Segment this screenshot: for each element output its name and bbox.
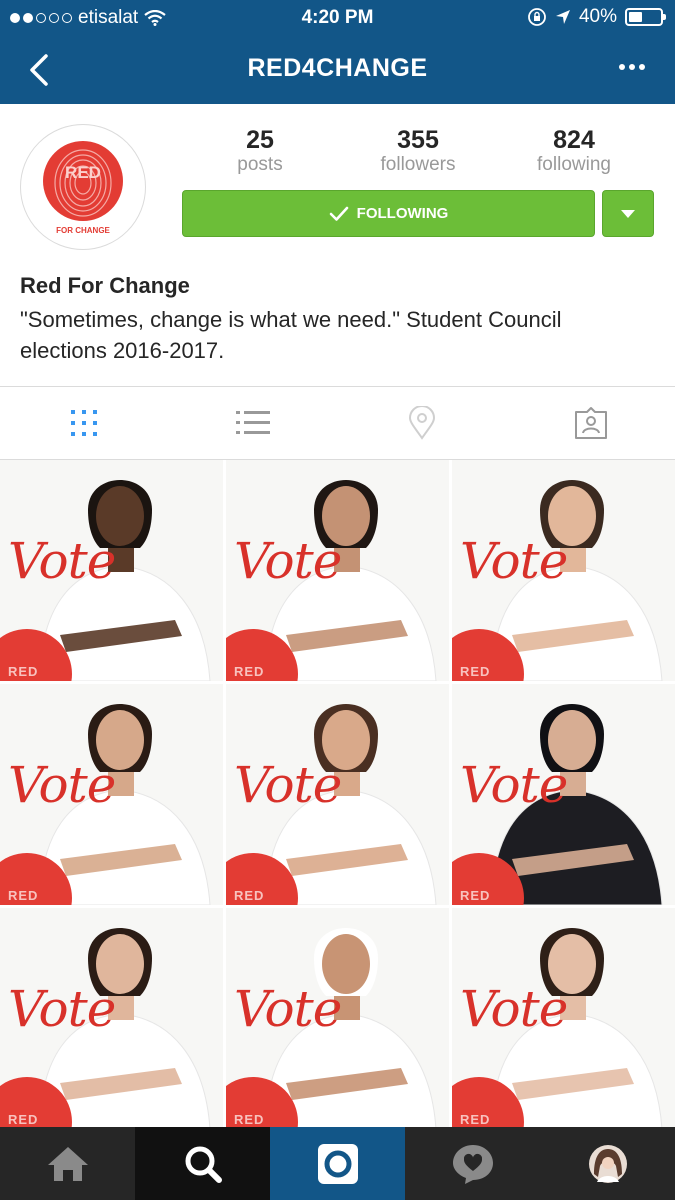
battery-percent: 40%	[578, 6, 617, 27]
badge-text: RED	[234, 664, 265, 679]
post-thumbnail[interactable]: Vote RED	[452, 684, 675, 905]
following-stat[interactable]: 824 following	[504, 126, 644, 176]
post-thumbnail[interactable]: Vote RED	[0, 684, 223, 905]
suggestions-dropdown-button[interactable]	[602, 190, 654, 237]
location-pin-icon	[408, 406, 435, 440]
location-arrow-icon	[555, 10, 570, 24]
posts-count: 25	[246, 126, 274, 154]
badge-text: RED	[234, 888, 265, 903]
tab-grid-view[interactable]	[0, 387, 169, 459]
badge-text: RED	[460, 664, 491, 679]
page-title: RED4CHANGE	[247, 54, 428, 82]
heart-bubble-icon	[452, 1144, 493, 1184]
nav-activity[interactable]	[405, 1127, 540, 1200]
profile-avatar[interactable]: RED FOR CHANGE	[20, 124, 146, 250]
badge-text: RED	[8, 888, 39, 903]
vote-overlay-text: Vote	[460, 756, 568, 814]
more-options-button[interactable]	[619, 64, 645, 70]
camera-icon	[317, 1143, 358, 1184]
post-thumbnail[interactable]: Vote RED	[226, 684, 449, 905]
status-right: 40%	[527, 6, 666, 28]
red-for-change-logo: RED FOR CHANGE	[43, 141, 123, 235]
tab-places[interactable]	[338, 387, 507, 459]
grid-icon	[71, 410, 98, 436]
posts-stat[interactable]: 25 posts	[190, 126, 330, 176]
tab-tagged[interactable]	[506, 387, 675, 459]
rotation-lock-icon	[528, 8, 546, 26]
following-button[interactable]: FOLLOWING	[182, 190, 595, 237]
vote-overlay-text: Vote	[234, 980, 342, 1038]
badge-text: RED	[8, 664, 39, 679]
badge-text: RED	[460, 1112, 491, 1127]
checkmark-icon	[329, 206, 348, 221]
search-icon	[185, 1146, 222, 1183]
caret-down-icon	[621, 209, 635, 218]
tab-list-view[interactable]	[169, 387, 338, 459]
profile-stats: 25 posts 355 followers 824 following	[182, 126, 654, 180]
home-icon	[47, 1146, 88, 1181]
posts-grid: Vote RED Vote RED Vote RED Vote RED Vote RED Vote R…	[0, 460, 675, 1129]
post-thumbnail[interactable]: Vote RED	[0, 908, 223, 1129]
vote-overlay-text: Vote	[8, 756, 116, 814]
post-thumbnail[interactable]: Vote RED	[226, 460, 449, 681]
view-tabs	[0, 386, 675, 460]
list-icon	[236, 411, 271, 434]
more-dot	[629, 64, 635, 70]
top-bar: etisalat 4:20 PM 40% RED4CHANGE	[0, 0, 675, 104]
following-count: 824	[553, 126, 595, 154]
post-thumbnail[interactable]: Vote RED	[452, 908, 675, 1129]
avatar-icon	[588, 1144, 627, 1183]
vote-overlay-text: Vote	[234, 532, 342, 590]
badge-text: RED	[234, 1112, 265, 1127]
followers-stat[interactable]: 355 followers	[348, 126, 488, 176]
more-dot	[639, 64, 645, 70]
tagged-photos-icon	[574, 407, 607, 439]
nav-row: RED4CHANGE	[0, 36, 675, 104]
post-thumbnail[interactable]: Vote RED	[452, 460, 675, 681]
status-bar: etisalat 4:20 PM 40%	[0, 0, 675, 36]
more-horizontal-icon	[619, 64, 625, 70]
logo-text-for-change: FOR CHANGE	[56, 226, 110, 235]
profile-name: Red For Change	[20, 273, 190, 298]
vote-overlay-text: Vote	[8, 980, 116, 1038]
bottom-nav	[0, 1127, 675, 1200]
following-button-label: FOLLOWING	[356, 205, 449, 222]
vote-overlay-text: Vote	[8, 532, 116, 590]
followers-count: 355	[397, 126, 439, 154]
logo-text-red: RED	[65, 163, 101, 182]
nav-profile[interactable]	[540, 1127, 675, 1200]
profile-bio: "Sometimes, change is what we need." Stu…	[20, 307, 562, 363]
post-thumbnail[interactable]: Vote RED	[226, 908, 449, 1129]
following-label: following	[537, 154, 611, 175]
nav-search[interactable]	[135, 1127, 270, 1200]
vote-overlay-text: Vote	[460, 532, 568, 590]
posts-label: posts	[237, 154, 283, 175]
post-thumbnail[interactable]: Vote RED	[0, 460, 223, 681]
badge-text: RED	[8, 1112, 39, 1127]
badge-text: RED	[460, 888, 491, 903]
vote-overlay-text: Vote	[460, 980, 568, 1038]
nav-home[interactable]	[0, 1127, 135, 1200]
followers-label: followers	[380, 154, 456, 175]
battery-icon	[625, 8, 666, 26]
nav-camera[interactable]	[270, 1127, 405, 1200]
vote-overlay-text: Vote	[234, 756, 342, 814]
